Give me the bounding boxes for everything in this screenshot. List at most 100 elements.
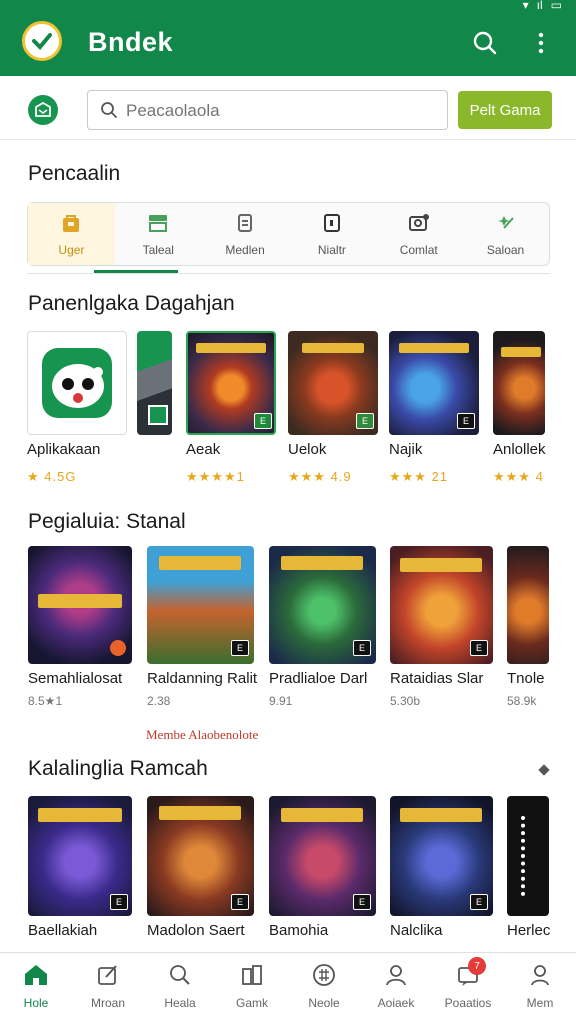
- tab-label: Uger: [58, 242, 85, 257]
- tab-saloan[interactable]: Saloan: [462, 203, 549, 265]
- game-name: Baellakiah: [28, 922, 98, 939]
- tab-comlat[interactable]: Comlat: [375, 203, 462, 265]
- app-thumbnail: E: [389, 331, 479, 435]
- battery-icon: ▭: [550, 0, 562, 12]
- app-row-1: Aplikakaan ★ 4.5G E Aeak ★★★★1 E Uelok ★…: [0, 331, 576, 489]
- face-app-icon: [42, 348, 112, 418]
- search-icon[interactable]: [472, 30, 498, 56]
- nav-label: Gamk: [235, 996, 268, 1010]
- tab-uger[interactable]: Uger: [28, 203, 115, 265]
- more-options-icon[interactable]: [534, 32, 548, 54]
- tab-nialtr[interactable]: Nialtr: [288, 203, 375, 265]
- store-icon[interactable]: [28, 95, 58, 125]
- age-badge-icon: E: [356, 413, 374, 429]
- game-thumbnail: E: [269, 546, 376, 664]
- section-title-3: Kalalinglia Ramcah: [28, 757, 208, 780]
- wifi-icon: ▾: [522, 0, 529, 12]
- bottom-nav: Hole Mroan Heala Gamk Neole Aoiaek 7 Poa…: [0, 952, 576, 1024]
- game-meta: 2.38: [147, 694, 171, 708]
- rating-badge-icon: [110, 640, 126, 656]
- nav-label: Poaatios: [444, 996, 492, 1010]
- tab-label: Comlat: [399, 242, 438, 257]
- game-name: Rataidias Slar: [390, 670, 484, 687]
- game-name: Madolon Saert: [147, 922, 245, 939]
- game-name: Pradlialoe Darl: [269, 670, 368, 687]
- game-meta: 5.30b: [390, 694, 421, 708]
- game-meta: 9.91: [269, 694, 293, 708]
- tab-label: Nialtr: [317, 242, 346, 257]
- game-logo: [501, 347, 541, 357]
- search-row: Pelt Gama: [0, 76, 576, 140]
- game-logo: [302, 343, 364, 353]
- app-name: Aplikakaan: [27, 441, 101, 458]
- app-thumbnail: [493, 331, 545, 435]
- nav-item-mroan[interactable]: Mroan: [72, 953, 144, 1024]
- nav-item-aoiaek[interactable]: Aoiaek: [360, 953, 432, 1024]
- app-thumbnail: E: [288, 331, 378, 435]
- search-input[interactable]: [126, 97, 426, 125]
- app-rating: ★★★ 4.9: [288, 469, 352, 484]
- game-thumbnail: E: [390, 796, 493, 916]
- game-name: Raldanning Ralit: [147, 670, 258, 687]
- app-name: Aeak: [186, 441, 221, 458]
- nav-item-neole[interactable]: Neole: [288, 953, 360, 1024]
- game-thumbnail: [507, 796, 549, 916]
- store-icon: [146, 212, 170, 237]
- age-badge-icon: E: [231, 640, 249, 656]
- game-logo: [159, 556, 241, 570]
- status-bar: ▾ ıl ▭: [0, 0, 576, 14]
- promo-link[interactable]: Membe Alaobenolote: [146, 727, 258, 743]
- app-title: Bndek: [88, 27, 174, 57]
- edit-icon: [96, 963, 120, 990]
- age-badge-icon: E: [457, 413, 475, 429]
- nav-item-home[interactable]: Hole: [0, 953, 72, 1024]
- game-logo: [400, 558, 482, 572]
- app-badge-icon: [148, 405, 168, 425]
- game-name: Semahlialosat: [28, 670, 123, 687]
- game-logo: [399, 343, 469, 353]
- app-bar: Bndek: [0, 14, 576, 76]
- sparkle-icon: [495, 212, 517, 237]
- app-thumbnail: [137, 331, 172, 435]
- nav-label: Heala: [164, 996, 196, 1010]
- game-meta: 58.9k: [507, 694, 537, 708]
- nav-item-gamk[interactable]: Gamk: [216, 953, 288, 1024]
- game-logo: [400, 808, 482, 822]
- camera-icon: [407, 212, 431, 237]
- game-logo: [38, 594, 122, 608]
- tab-medlen[interactable]: Medlen: [202, 203, 289, 265]
- search-icon: [168, 963, 192, 990]
- nav-item-heala[interactable]: Heala: [144, 953, 216, 1024]
- game-logo: [281, 556, 363, 570]
- cta-button[interactable]: Pelt Gama: [458, 91, 552, 129]
- app-name: Najik: [389, 441, 423, 458]
- game-name: Tnole: [507, 670, 545, 687]
- age-badge-icon: E: [470, 640, 488, 656]
- search-box[interactable]: [87, 90, 448, 130]
- section-more-icon[interactable]: [538, 764, 550, 776]
- notification-badge: 7: [468, 957, 486, 975]
- app-name: Uelok: [288, 441, 327, 458]
- nav-item-mem[interactable]: Mem: [504, 953, 576, 1024]
- nav-item-notifications[interactable]: 7 Poaatios: [432, 953, 504, 1024]
- app-thumbnail: [27, 331, 127, 435]
- age-badge-icon: E: [353, 640, 371, 656]
- category-tabs: Uger Taleal Medlen Nialtr Comlat Saloan: [27, 202, 550, 266]
- categories-title: Pencaalin: [28, 162, 121, 185]
- search-icon: [100, 101, 118, 124]
- app-logo-icon: [22, 21, 62, 61]
- age-badge-icon: E: [470, 894, 488, 910]
- game-logo: [521, 816, 535, 896]
- section-title-1: Panenlgaka Dagahjan: [28, 292, 235, 315]
- profile-icon: [528, 963, 552, 990]
- game-thumbnail: [28, 546, 132, 664]
- status-icons: ▾ ıl ▭: [523, 0, 562, 12]
- tab-taleal[interactable]: Taleal: [115, 203, 202, 265]
- app-rating: ★★★★1: [186, 469, 245, 484]
- tab-label: Taleal: [142, 242, 174, 257]
- game-thumbnail: E: [147, 796, 254, 916]
- app-row-3: E Baellakiah E Madolon Saert E Bamohia E…: [0, 796, 576, 948]
- signal-icon: ıl: [536, 0, 543, 12]
- game-logo: [281, 808, 363, 822]
- divider: [27, 273, 550, 274]
